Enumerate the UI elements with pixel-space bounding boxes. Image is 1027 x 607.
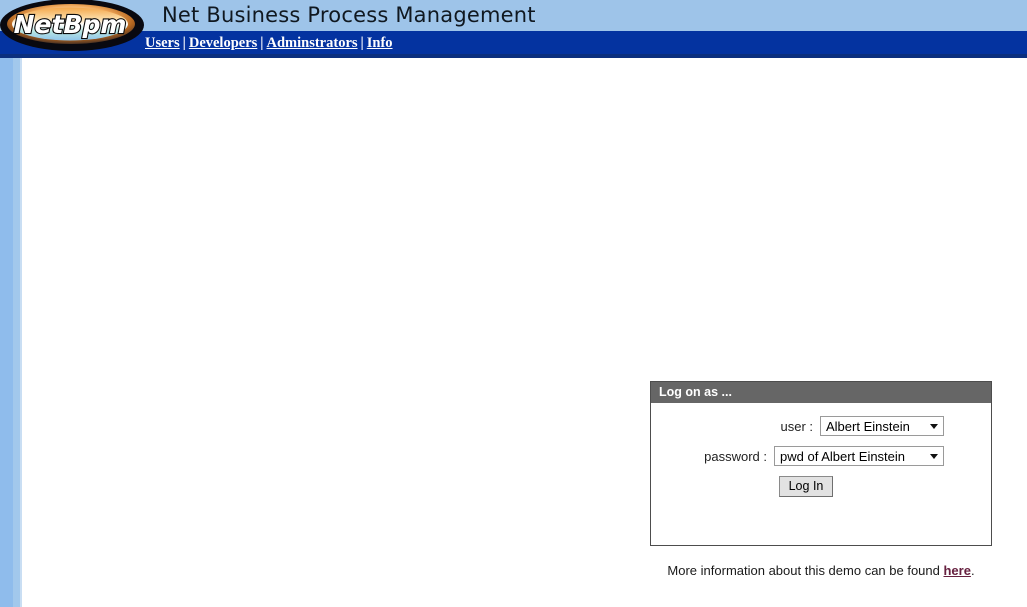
user-select[interactable]: Albert Einstein (820, 416, 944, 436)
password-row: password : pwd of Albert Einstein (651, 446, 991, 466)
login-panel: Log on as ... user : Albert Einstein pas… (650, 381, 992, 546)
page-header: Net Business Process Management Users | De… (0, 0, 1027, 58)
nav-separator-1: | (182, 35, 186, 51)
chevron-down-icon (930, 424, 938, 429)
page-title: Net Business Process Management (162, 3, 536, 27)
netbpm-logo[interactable]: NetBpm (0, 0, 148, 52)
demo-info-note: More information about this demo can be … (650, 563, 992, 578)
demo-info-link[interactable]: here (943, 563, 970, 578)
password-select[interactable]: pwd of Albert Einstein (774, 446, 944, 466)
log-in-button[interactable]: Log In (778, 476, 834, 497)
demo-info-text-after: . (970, 563, 975, 578)
nav-link-developers[interactable]: Developers (189, 35, 257, 51)
main-content: Log on as ... user : Albert Einstein pas… (22, 58, 1027, 607)
user-label: user : (780, 418, 813, 434)
nav-link-users[interactable]: Users (145, 35, 180, 51)
demo-info-text-before: More information about this demo can be … (667, 563, 944, 578)
logo-wordmark: NetBpm (14, 10, 127, 39)
login-form: user : Albert Einstein password : pwd of… (651, 403, 991, 497)
left-rail (0, 58, 21, 607)
password-label: password : (704, 448, 767, 464)
user-row: user : Albert Einstein (651, 416, 991, 436)
nav-link-info[interactable]: Info (367, 35, 393, 51)
nav-separator-3: | (360, 35, 364, 51)
nav-link-administrators[interactable]: Adminstrators (267, 35, 358, 51)
chevron-down-icon (930, 454, 938, 459)
password-select-value: pwd of Albert Einstein (780, 449, 906, 464)
user-select-value: Albert Einstein (826, 419, 910, 434)
login-button-row: Log In (651, 476, 991, 497)
login-panel-title: Log on as ... (651, 382, 991, 403)
nav-separator-2: | (260, 35, 264, 51)
main-navigation: Users | Developers | Adminstrators | Info (145, 33, 393, 54)
